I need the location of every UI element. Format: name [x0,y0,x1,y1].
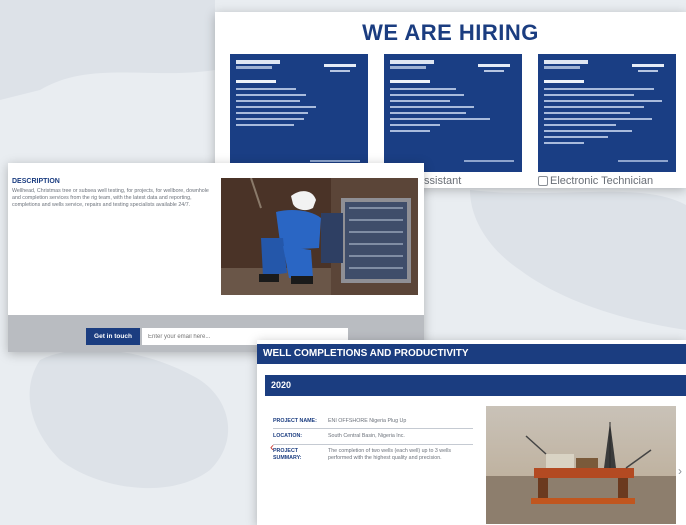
location-key: LOCATION: [273,433,303,439]
company-logo [544,60,588,64]
chevron-left-icon[interactable]: ‹ [270,440,274,454]
job-card-2[interactable] [384,54,522,172]
year-heading: 2020 [265,375,686,396]
summary-value: The completion of two wells (each well) … [328,448,452,461]
summary-key: PROJECT SUMMARY: [273,448,302,461]
divider [273,444,473,445]
divider [273,428,473,429]
job-card-1[interactable] [230,54,368,172]
offshore-rig-photo [486,406,676,524]
job-card-3[interactable] [538,54,676,172]
company-logo [236,60,280,64]
job-checkbox-3[interactable] [538,176,548,186]
get-in-touch-button[interactable]: Get in touch [86,328,140,345]
chevron-right-icon[interactable]: › [678,464,682,478]
section-title: WELL COMPLETIONS AND PRODUCTIVITY [257,344,686,364]
description-panel: DESCRIPTION Wellhead, Christmas tree or … [8,163,424,352]
location-value: South Central Basin, Nigeria Inc. [328,433,405,439]
project-panel: WELL COMPLETIONS AND PRODUCTIVITY 2020 P… [257,340,686,525]
job-label-2[interactable]: ssistant [424,175,461,187]
project-name-value: ENI OFFSHORE Nigeria Plug Up [328,418,407,424]
project-name-key: PROJECT NAME: [273,418,317,424]
company-logo [390,60,434,64]
description-text: Wellhead, Christmas tree or subsea well … [12,188,209,208]
description-title: DESCRIPTION [12,178,60,185]
hiring-panel: WE ARE HIRING ssistant Electronic Techni… [215,12,686,188]
job-label-3[interactable]: Electronic Technician [550,175,653,187]
hiring-title: WE ARE HIRING [362,20,539,45]
technician-photo [221,178,418,295]
